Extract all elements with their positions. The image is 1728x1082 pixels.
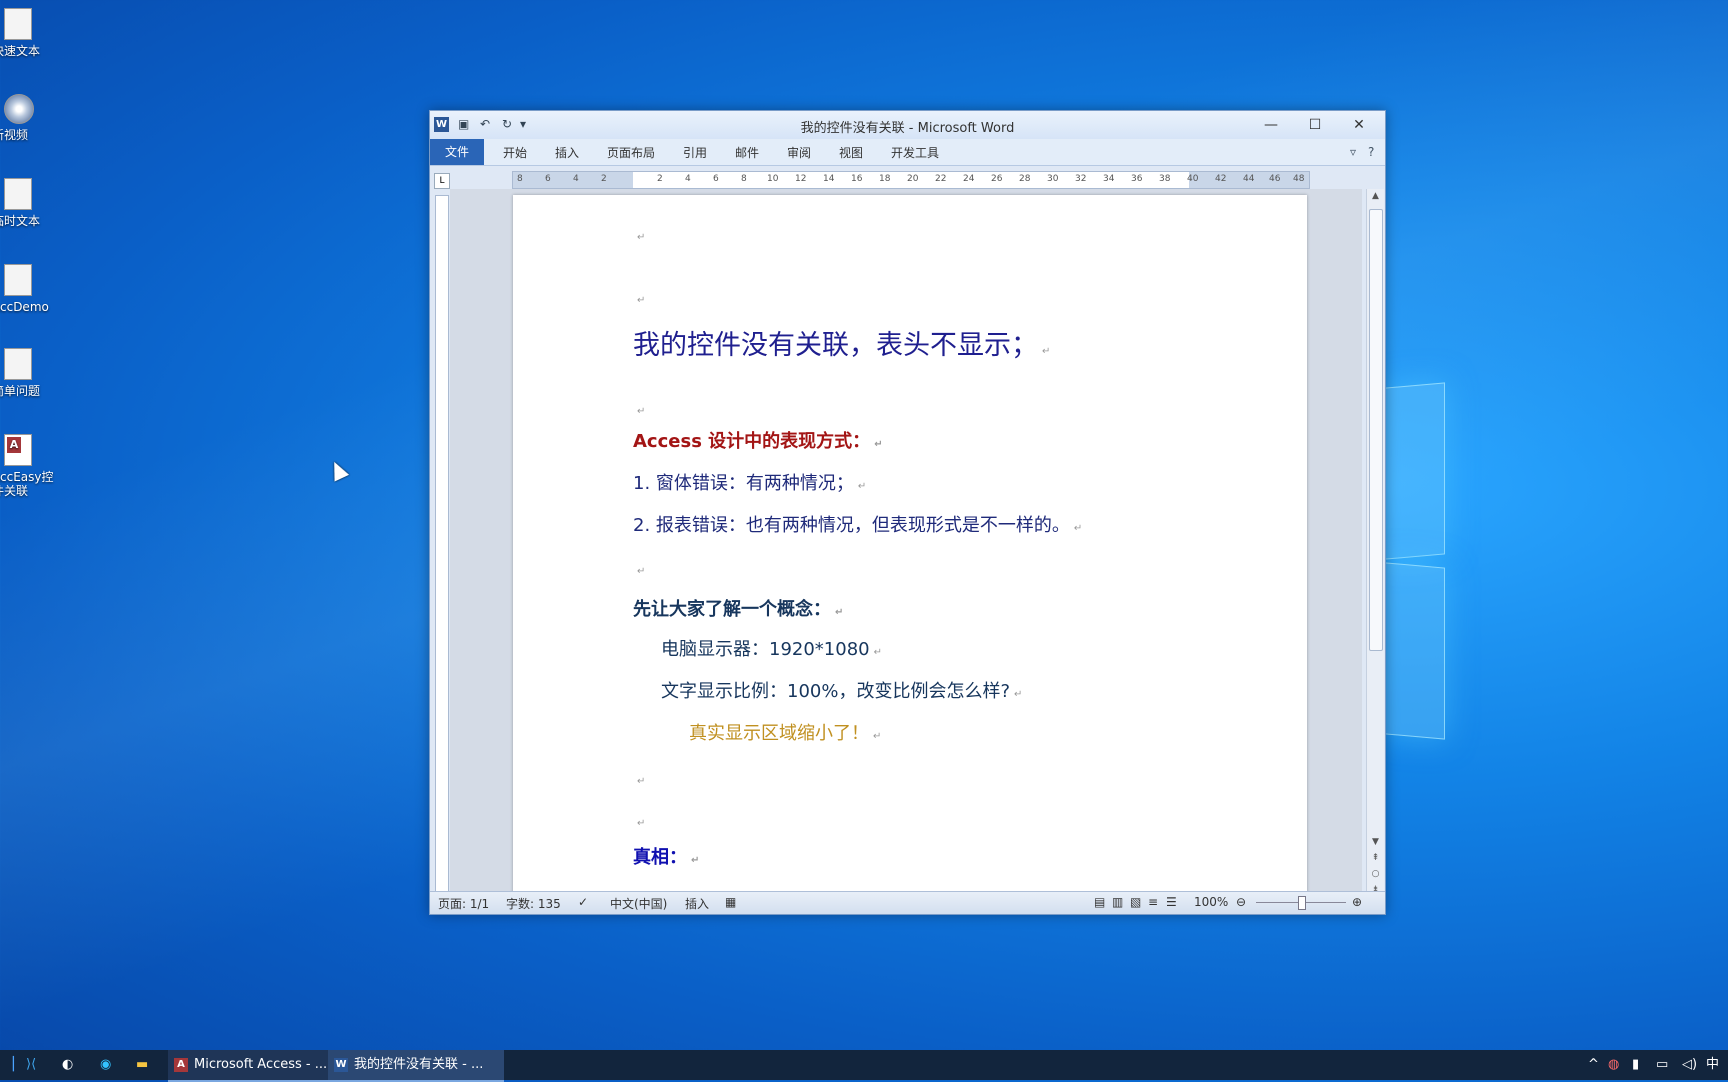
document-title: 我的控件没有关联，表头不显示； ↵ bbox=[633, 330, 1051, 361]
access-file-icon bbox=[4, 434, 32, 466]
document-icon bbox=[4, 178, 32, 210]
ribbon-tabs: 文件 开始 插入 页面布局 引用 邮件 审阅 视图 开发工具 ▿ ? bbox=[430, 139, 1385, 166]
vertical-ruler[interactable] bbox=[435, 195, 449, 897]
ribbon-collapse-icon[interactable]: ▿ bbox=[1350, 145, 1356, 159]
taskbar: ▕ ⟩⟨ ◐ ◉ ▬ A Microsoft Access - ... W 我的… bbox=[0, 1050, 1728, 1082]
taskbar-app-word[interactable]: W 我的控件没有关联 - ... bbox=[328, 1050, 504, 1082]
desktop-icon-3[interactable]: AccDemo bbox=[0, 264, 49, 314]
word-window: W ▣ ↶ ↻ ▾ 我的控件没有关联 - Microsoft Word — ☐ … bbox=[429, 110, 1386, 915]
window-title: 我的控件没有关联 - Microsoft Word bbox=[800, 121, 1015, 136]
disc-icon bbox=[4, 94, 34, 124]
zoom-level[interactable]: 100% bbox=[1194, 895, 1228, 909]
word-count[interactable]: 字数: 135 bbox=[506, 895, 561, 912]
edge-icon[interactable]: ◉ bbox=[100, 1050, 111, 1080]
page-count[interactable]: 页面: 1/1 bbox=[438, 895, 489, 912]
print-layout-icon[interactable]: ▤ bbox=[1094, 895, 1105, 909]
microphone-icon[interactable]: ▮ bbox=[1632, 1050, 1639, 1080]
network-icon[interactable]: ▭ bbox=[1656, 1050, 1668, 1080]
document-icon bbox=[4, 8, 32, 40]
taskbar-app-access[interactable]: A Microsoft Access - ... bbox=[168, 1050, 344, 1082]
web-layout-icon[interactable]: ▧ bbox=[1130, 895, 1141, 909]
macro-record-icon[interactable]: ▦ bbox=[725, 895, 736, 909]
empty-paragraph: ↵ bbox=[637, 566, 646, 577]
section-heading-1: Access 设计中的表现方式： ↵ bbox=[633, 431, 883, 452]
browse-object-icon[interactable]: ○ bbox=[1367, 869, 1384, 879]
proofing-icon[interactable]: ✓ bbox=[578, 895, 588, 909]
full-screen-reading-icon[interactable]: ▥ bbox=[1112, 895, 1123, 909]
horizontal-ruler[interactable]: 8 6 4 2 2 4 6 8 10 12 14 16 18 20 22 24 … bbox=[512, 171, 1310, 189]
scroll-thumb[interactable] bbox=[1369, 209, 1383, 651]
document-area: ↵ ↵ 我的控件没有关联，表头不显示； ↵ ↵ Access 设计中的表现方式： ↵… bbox=[450, 189, 1362, 901]
tab-references[interactable]: 引用 bbox=[683, 144, 707, 161]
title-bar[interactable]: W ▣ ↶ ↻ ▾ 我的控件没有关联 - Microsoft Word — ☐ … bbox=[430, 111, 1385, 139]
concept-line-1: 电脑显示器：1920*1080 ↵ bbox=[661, 639, 883, 660]
document-icon bbox=[4, 348, 32, 380]
word-icon: W bbox=[334, 1058, 348, 1072]
section-heading-2: 先让大家了解一个概念： ↵ bbox=[633, 599, 844, 620]
tab-stop-selector[interactable]: L bbox=[434, 173, 450, 189]
tab-file[interactable]: 文件 bbox=[430, 139, 484, 165]
tab-page-layout[interactable]: 页面布局 bbox=[607, 144, 655, 161]
document-icon bbox=[4, 264, 32, 296]
tab-view[interactable]: 视图 bbox=[839, 144, 863, 161]
access-icon: A bbox=[174, 1058, 188, 1072]
tab-home[interactable]: 开始 bbox=[503, 144, 527, 161]
minimize-icon[interactable]: — bbox=[1249, 113, 1293, 137]
tab-insert[interactable]: 插入 bbox=[555, 144, 579, 161]
close-icon[interactable]: ✕ bbox=[1337, 113, 1381, 137]
document-page[interactable]: ↵ ↵ 我的控件没有关联，表头不显示； ↵ ↵ Access 设计中的表现方式： ↵… bbox=[513, 195, 1307, 901]
draft-icon[interactable]: ☰ bbox=[1166, 895, 1177, 909]
show-hidden-icons-icon[interactable]: ^ bbox=[1588, 1050, 1599, 1080]
start-button[interactable]: ▕ bbox=[4, 1050, 14, 1080]
desktop-icon-2[interactable]: 临时文本 bbox=[0, 178, 48, 228]
maximize-icon[interactable]: ☐ bbox=[1293, 113, 1337, 137]
empty-paragraph: ↵ bbox=[637, 818, 646, 829]
concept-line-3: 真实显示区域缩小了！ ↵ bbox=[689, 723, 882, 744]
language[interactable]: 中文(中国) bbox=[610, 895, 667, 912]
empty-paragraph: ↵ bbox=[637, 295, 646, 306]
section-heading-3: 真相： ↵ bbox=[633, 847, 700, 868]
desktop-icon-5[interactable]: AccEasy控件关联 bbox=[0, 434, 53, 498]
desktop-icon-4[interactable]: 简单问题 bbox=[0, 348, 48, 398]
tab-review[interactable]: 审阅 bbox=[787, 144, 811, 161]
zoom-in-icon[interactable]: ⊕ bbox=[1352, 895, 1362, 909]
empty-paragraph: ↵ bbox=[637, 406, 646, 417]
empty-paragraph: ↵ bbox=[637, 776, 646, 787]
concept-line-2: 文字显示比例：100%，改变比例会怎么样? ↵ bbox=[661, 681, 1023, 702]
list-item-1: 1. 窗体错误：有两种情况； ↵ bbox=[633, 473, 867, 494]
scroll-up-icon[interactable]: ▲ bbox=[1367, 191, 1384, 201]
scroll-down-icon[interactable]: ▼ bbox=[1367, 837, 1384, 847]
zoom-slider-thumb[interactable] bbox=[1298, 896, 1306, 910]
volume-icon[interactable]: ◁) bbox=[1682, 1050, 1697, 1080]
previous-page-icon[interactable]: ⇞ bbox=[1367, 853, 1384, 863]
tab-mailings[interactable]: 邮件 bbox=[735, 144, 759, 161]
insert-mode[interactable]: 插入 bbox=[685, 895, 709, 912]
list-item-2: 2. 报表错误：也有两种情况，但表现形式是不一样的。 ↵ bbox=[633, 515, 1083, 536]
security-icon[interactable]: ◍ bbox=[1608, 1050, 1619, 1080]
help-icon[interactable]: ? bbox=[1368, 145, 1374, 159]
zoom-out-icon[interactable]: ⊖ bbox=[1236, 895, 1246, 909]
empty-paragraph: ↵ bbox=[637, 232, 646, 243]
desktop-icon-1[interactable]: 新视频 bbox=[0, 94, 48, 142]
ime-indicator[interactable]: 中 bbox=[1706, 1050, 1719, 1080]
outline-icon[interactable]: ≡ bbox=[1148, 895, 1158, 909]
status-bar: 页面: 1/1 字数: 135 ✓ 中文(中国) 插入 ▦ ▤ ▥ ▧ ≡ ☰ … bbox=[430, 891, 1385, 914]
tab-developer[interactable]: 开发工具 bbox=[891, 144, 939, 161]
file-explorer-icon[interactable]: ▬ bbox=[136, 1050, 148, 1080]
vertical-scrollbar[interactable]: ▲ ▼ ⇞ ○ ⇟ bbox=[1366, 189, 1384, 901]
app-icon[interactable]: ◐ bbox=[62, 1050, 73, 1080]
vscode-icon[interactable]: ⟩⟨ bbox=[26, 1050, 36, 1080]
desktop-icon-0[interactable]: 快速文本 bbox=[0, 8, 48, 58]
